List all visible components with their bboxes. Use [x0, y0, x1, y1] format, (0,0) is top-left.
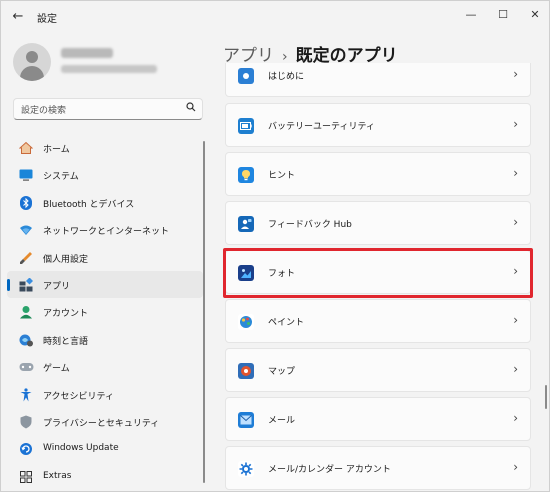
time-language-icon: [18, 332, 34, 348]
avatar[interactable]: [13, 43, 51, 81]
app-row-label: メール/カレンダー アカウント: [268, 465, 391, 475]
app-row-photos[interactable]: フォト ›: [225, 250, 531, 294]
paint-icon: [238, 314, 254, 330]
extras-icon: [18, 469, 34, 485]
chevron-right-icon: ›: [513, 117, 518, 131]
sidebar-item-accounts[interactable]: アカウント: [7, 298, 203, 325]
app-title: 設定: [37, 14, 57, 25]
content-scrollbar[interactable]: [545, 385, 547, 409]
account-icon: [18, 304, 34, 320]
default-apps-list: はじめに › バッテリーユーティリティ › ヒント › フィードバック Hub …: [223, 63, 533, 492]
app-row-maps[interactable]: マップ ›: [225, 348, 531, 392]
avatar-head: [26, 51, 38, 63]
shield-icon: [18, 414, 34, 430]
sidebar-item-label: Extras: [43, 470, 72, 481]
chevron-right-icon: ›: [513, 313, 518, 327]
sidebar-item-label: プライバシーとセキュリティ: [43, 418, 160, 429]
sidebar-item-time-language[interactable]: 時刻と言語: [7, 326, 203, 353]
wifi-icon: [18, 222, 34, 238]
sidebar-item-personalization[interactable]: 個人用設定: [7, 244, 203, 271]
chevron-right-icon: ›: [513, 411, 518, 425]
windows-update-icon: [18, 441, 34, 457]
app-row-label: フィードバック Hub: [268, 220, 352, 230]
app-row-label: ヒント: [268, 171, 296, 181]
sidebar-item-extras[interactable]: Extras: [7, 463, 203, 490]
battery-utility-icon: [238, 118, 254, 134]
sidebar-item-privacy[interactable]: プライバシーとセキュリティ: [7, 408, 203, 435]
sidebar-scrollbar[interactable]: [203, 141, 205, 483]
chevron-right-icon: ›: [513, 460, 518, 474]
sidebar-item-label: 個人用設定: [43, 254, 89, 265]
brush-icon: [18, 250, 34, 266]
back-button[interactable]: ←: [9, 8, 27, 26]
app-row-label: バッテリーユーティリティ: [268, 122, 375, 132]
close-button[interactable]: ✕: [519, 4, 550, 26]
gamepad-icon: [18, 359, 34, 375]
selection-indicator: [7, 278, 10, 291]
tips-icon: [238, 167, 254, 183]
app-row-tips[interactable]: ヒント ›: [225, 152, 531, 196]
chevron-right-icon: ›: [513, 67, 518, 81]
mail-calendar-icon: [238, 461, 254, 477]
sidebar-item-accessibility[interactable]: アクセシビリティ: [7, 381, 203, 408]
sidebar-item-windows-update[interactable]: Windows Update: [7, 435, 203, 462]
sidebar-item-bluetooth[interactable]: Bluetooth とデバイス: [7, 189, 203, 216]
mail-icon: [238, 412, 254, 428]
app-row-label: メール: [268, 416, 296, 426]
settings-window: ← 設定 — ☐ ✕ ●●●●● ●●●●●●●●●●●●● 設定の検索 ホーム…: [0, 0, 550, 492]
app-row-label: マップ: [268, 367, 296, 377]
sidebar-item-network[interactable]: ネットワークとインターネット: [7, 216, 203, 243]
app-row-paint[interactable]: ペイント ›: [225, 299, 531, 343]
system-icon: [18, 167, 34, 183]
app-row-mail[interactable]: メール ›: [225, 397, 531, 441]
title-bar: ← 設定 — ☐ ✕: [1, 1, 549, 33]
sidebar-item-gaming[interactable]: ゲーム: [7, 353, 203, 380]
sidebar-item-apps[interactable]: アプリ: [7, 270, 203, 299]
feedback-hub-icon: [238, 216, 254, 232]
chevron-right-icon: ›: [513, 215, 518, 229]
minimize-button[interactable]: —: [455, 4, 487, 26]
app-row-label: ペイント: [268, 318, 305, 328]
sidebar-item-label: 時刻と言語: [43, 336, 89, 347]
chevron-right-icon: ›: [513, 166, 518, 180]
app-row-mail-calendar-accounts[interactable]: メール/カレンダー アカウント ›: [225, 446, 531, 490]
sidebar-item-label: Bluetooth とデバイス: [43, 199, 135, 210]
sidebar-item-system[interactable]: システム: [7, 161, 203, 188]
apps-icon: [18, 277, 34, 293]
search-input[interactable]: 設定の検索: [13, 98, 203, 120]
maps-icon: [238, 363, 254, 379]
home-icon: [18, 140, 34, 156]
user-name: ●●●●●: [61, 48, 113, 58]
app-row-get-started[interactable]: はじめに ›: [225, 63, 531, 97]
chevron-right-icon: ›: [513, 264, 518, 278]
sidebar-item-label: ゲーム: [43, 364, 70, 375]
app-row-feedback-hub[interactable]: フィードバック Hub ›: [225, 201, 531, 245]
avatar-body: [20, 66, 44, 81]
bluetooth-icon: [18, 195, 34, 211]
sidebar-item-home[interactable]: ホーム: [7, 134, 203, 161]
search-placeholder: 設定の検索: [21, 106, 67, 116]
sidebar-item-label: Windows Update: [43, 443, 119, 454]
search-icon[interactable]: [186, 102, 196, 115]
sidebar-item-label: システム: [43, 172, 79, 183]
chevron-right-icon: ›: [513, 362, 518, 376]
sidebar-item-label: アプリ: [43, 281, 71, 292]
sidebar-item-label: アクセシビリティ: [43, 391, 115, 402]
app-row-label: フォト: [268, 269, 296, 279]
sidebar-item-label: ネットワークとインターネット: [43, 227, 170, 238]
tips-start-icon: [238, 68, 254, 84]
app-row-label: はじめに: [268, 72, 305, 82]
accessibility-icon: [18, 387, 34, 403]
sidebar-item-label: ホーム: [43, 145, 70, 155]
app-row-battery-utility[interactable]: バッテリーユーティリティ ›: [225, 103, 531, 147]
user-email: ●●●●●●●●●●●●●: [61, 65, 157, 73]
sidebar-item-label: アカウント: [43, 309, 89, 320]
photos-icon: [238, 265, 254, 281]
maximize-button[interactable]: ☐: [487, 4, 519, 26]
sidebar-nav: ホーム システム Bluetooth とデバイス ネットワークとインターネット …: [7, 134, 203, 490]
